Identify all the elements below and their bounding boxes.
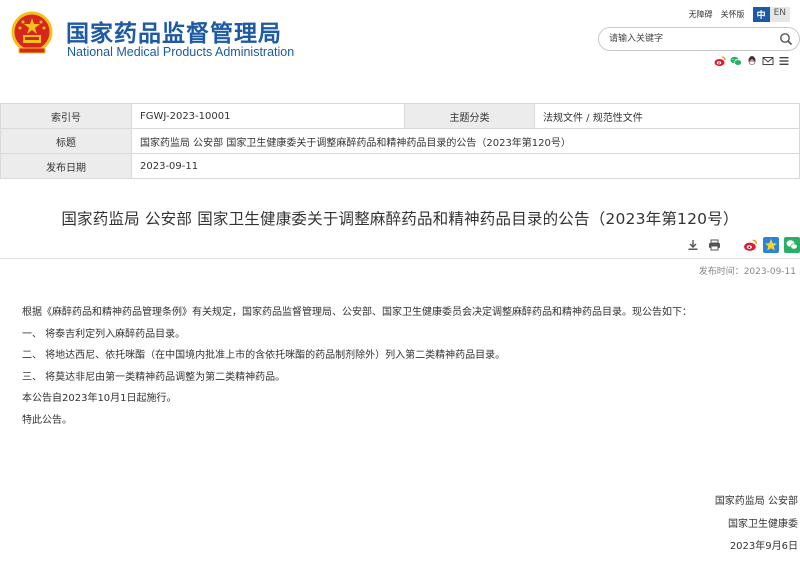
care-version-link[interactable]: 关怀版 [721,9,745,20]
signature-issuers-2: 国家卫生健康委 [728,518,798,530]
download-icon[interactable] [685,237,701,253]
mail-icon[interactable] [762,55,774,67]
wechat-icon[interactable] [730,55,742,67]
publish-time: 发布时间：2023-09-11 [698,267,796,277]
qq-icon[interactable] [746,55,758,67]
menu-icon[interactable] [778,55,790,67]
date-label: 发布日期 [0,153,132,179]
info-row-date: 发布日期 2023-09-11 [0,153,800,179]
category-value: 法规文件 / 规范性文件 [534,103,800,129]
site-header: 国家药品监督管理局 National Medical Products Admi… [0,0,800,86]
top-links: 无障碍 关怀版 中 EN [689,7,790,22]
search-input[interactable] [609,31,769,47]
national-emblem-icon [11,11,53,54]
category-label: 主题分类 [404,103,535,129]
paragraph: 三、 将莫达非尼由第一类精神药品调整为第二类精神药品。 [22,371,286,383]
wechat-share-icon[interactable] [784,237,800,253]
search-box [598,27,800,51]
info-row-title: 标题 国家药监局 公安部 国家卫生健康委关于调整麻醉药品和精神药品目录的公告（2… [0,128,800,154]
search-icon[interactable] [779,32,793,46]
info-row-index: 索引号 FGWJ-2023-10001 主题分类 法规文件 / 规范性文件 [0,103,800,129]
header-share-row [714,55,790,67]
weibo-icon[interactable] [714,55,726,67]
document-info-table: 索引号 FGWJ-2023-10001 主题分类 法规文件 / 规范性文件 标题… [0,103,800,179]
paragraph: 特此公告。 [22,414,72,426]
accessibility-link[interactable]: 无障碍 [689,9,713,20]
date-value: 2023-09-11 [131,153,800,179]
print-icon[interactable] [706,237,722,253]
qzone-share-icon[interactable] [763,237,779,253]
lang-cn-button[interactable]: 中 [752,7,770,22]
index-value: FGWJ-2023-10001 [131,103,405,129]
article-body: 根据《麻醉药品和精神药品管理条例》有关规定，国家药品监督管理局、公安部、国家卫生… [22,302,792,431]
signature-issuers-1: 国家药监局 公安部 [714,496,798,507]
title-label: 标题 [0,128,132,154]
paragraph: 根据《麻醉药品和精神药品管理条例》有关规定，国家药品监督管理局、公安部、国家卫生… [22,307,692,318]
weibo-share-icon[interactable] [742,237,758,253]
article-signature: 国家药监局 公安部 国家卫生健康委 2023年9月6日 [715,491,798,559]
signature-date: 2023年9月6日 [729,541,798,552]
site-title-en[interactable]: National Medical Products Administration [67,45,294,59]
lang-en-button[interactable]: EN [769,7,790,22]
paragraph: 二、 将地达西尼、依托咪酯（在中国境内批准上市的含依托咪酯的药品制剂除外）列入第… [22,350,506,361]
article-divider [0,258,800,259]
article-tools [685,237,800,253]
paragraph: 一、 将泰吉利定列入麻醉药品目录。 [22,328,186,340]
site-title-cn[interactable]: 国家药品监督管理局 [66,14,282,48]
index-label: 索引号 [0,103,132,129]
paragraph: 本公告自2023年10月1日起施行。 [22,393,177,404]
article-title: 国家药监局 公安部 国家卫生健康委关于调整麻醉药品和精神药品目录的公告（2023… [61,210,739,228]
language-switch: 中 EN [752,7,790,22]
title-value: 国家药监局 公安部 国家卫生健康委关于调整麻醉药品和精神药品目录的公告（2023… [131,128,800,154]
